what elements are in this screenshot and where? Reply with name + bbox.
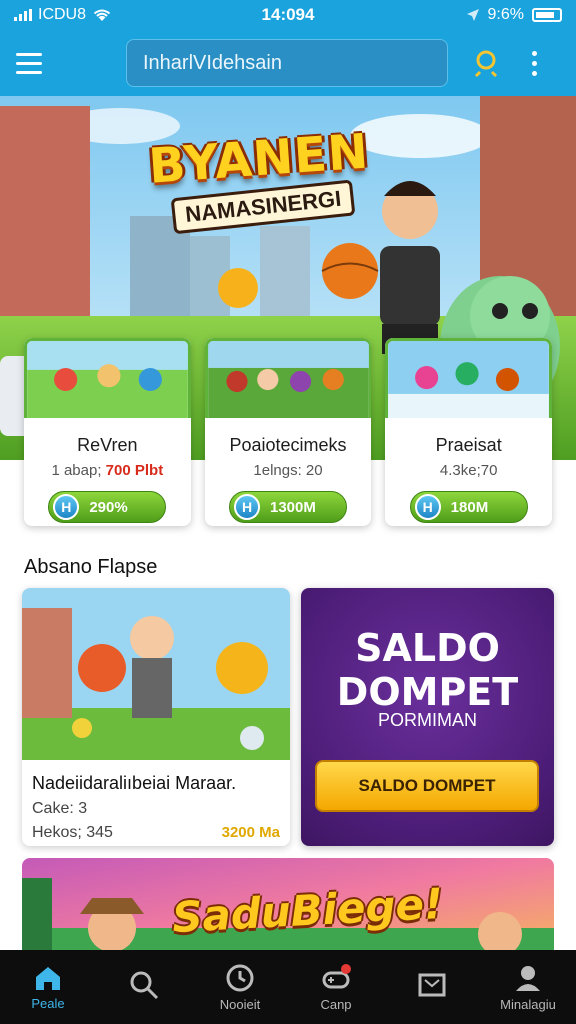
game-title: ReVren — [77, 435, 138, 455]
featured-thumbnail — [22, 588, 290, 760]
game-card[interactable]: ReVren 1 abap; 700 Plbt H 290% — [24, 338, 191, 526]
profile-icon — [516, 965, 540, 991]
gamepad-icon: H — [53, 494, 80, 520]
search-icon — [130, 971, 159, 1000]
featured-meta: Cake: 3 — [32, 800, 88, 817]
promo-card[interactable]: SALDO DOMPET PORMIMAN SALDO DOMPET — [301, 588, 554, 846]
app-bar — [0, 30, 576, 96]
search-icon — [474, 50, 498, 78]
featured-title: Nadeiidaraliıbeiai Maraar. — [32, 773, 237, 793]
location-icon — [466, 9, 479, 21]
game-thumbnail — [24, 338, 191, 418]
home-icon — [36, 966, 60, 990]
hamburger-icon — [16, 52, 42, 56]
search-button[interactable] — [470, 45, 506, 81]
nav-item-home[interactable]: Peale — [0, 950, 96, 1024]
signal-icon — [14, 9, 32, 21]
carrier-label: ICDU8 — [38, 6, 87, 23]
more-options-button[interactable] — [524, 45, 544, 81]
battery-percent: 9:6% — [487, 6, 524, 23]
promo-heading: SALDO DOMPET — [336, 626, 519, 714]
bottom-navigation: Peale Nooieit Canp Minalagiu — [0, 950, 576, 1024]
status-bar: ICDU8 14:094 9:6% — [0, 0, 576, 30]
inbox-icon — [418, 973, 446, 997]
game-thumbnail — [204, 338, 372, 418]
game-title: Praeisat — [435, 435, 502, 455]
section-title: Absano Flapse — [24, 556, 158, 578]
gamepad-icon: H — [414, 494, 441, 520]
game-title: Poaiotecimeks — [229, 435, 347, 455]
game-thumbnail — [385, 338, 553, 418]
game-meta: 4.3ke;70 — [439, 462, 498, 479]
gamepad-icon: H — [234, 494, 260, 520]
search-input[interactable] — [126, 39, 448, 87]
game-play-button[interactable]: H 180M — [409, 491, 528, 523]
game-meta: 1elngs: 20 — [253, 462, 323, 479]
clock-icon — [226, 964, 254, 991]
game-play-button[interactable]: H 1300M — [229, 491, 347, 523]
nav-item-inbox[interactable] — [384, 950, 480, 1024]
game-price: 700 Plbt — [105, 462, 164, 479]
wifi-icon — [93, 9, 111, 21]
game-card-row: ReVren 1 abap; 700 Plbt H 290% Poaiotecim… — [24, 338, 553, 526]
nav-item-games[interactable]: Canp — [288, 950, 384, 1024]
gamepad-icon — [322, 963, 351, 988]
game-card[interactable]: Praeisat 4.3ke;70 H 180M — [385, 338, 553, 526]
nav-item-search[interactable] — [96, 950, 192, 1024]
promo-subheading: PORMIMAN — [378, 710, 477, 730]
game-meta: 1 abap; 700 Plbt — [51, 462, 164, 479]
game-card[interactable]: Poaiotecimeks 1elngs: 20 H 1300M — [204, 338, 372, 526]
more-vertical-icon — [531, 50, 537, 56]
hero-title-logo: BYANEN NAMASINERGI — [147, 123, 373, 235]
game-play-button[interactable]: H 290% — [48, 491, 167, 523]
saldo-dompet-button[interactable]: SALDO DOMPET — [315, 760, 539, 812]
menu-button[interactable] — [16, 45, 52, 81]
featured-game-card[interactable]: Nadeiidaraliıbeiai Maraar. Cake: 3 Hekos… — [22, 588, 290, 846]
bottom-banner[interactable]: SaduBiege! — [22, 858, 554, 954]
featured-amount: 3200 Ma — [221, 824, 280, 841]
clock-time: 14:094 — [261, 5, 315, 24]
featured-meta-2: Hekos; 345 — [32, 824, 113, 841]
nav-item-history[interactable]: Nooieit — [192, 950, 288, 1024]
battery-icon — [532, 8, 562, 22]
nav-item-profile[interactable]: Minalagiu — [480, 950, 576, 1024]
